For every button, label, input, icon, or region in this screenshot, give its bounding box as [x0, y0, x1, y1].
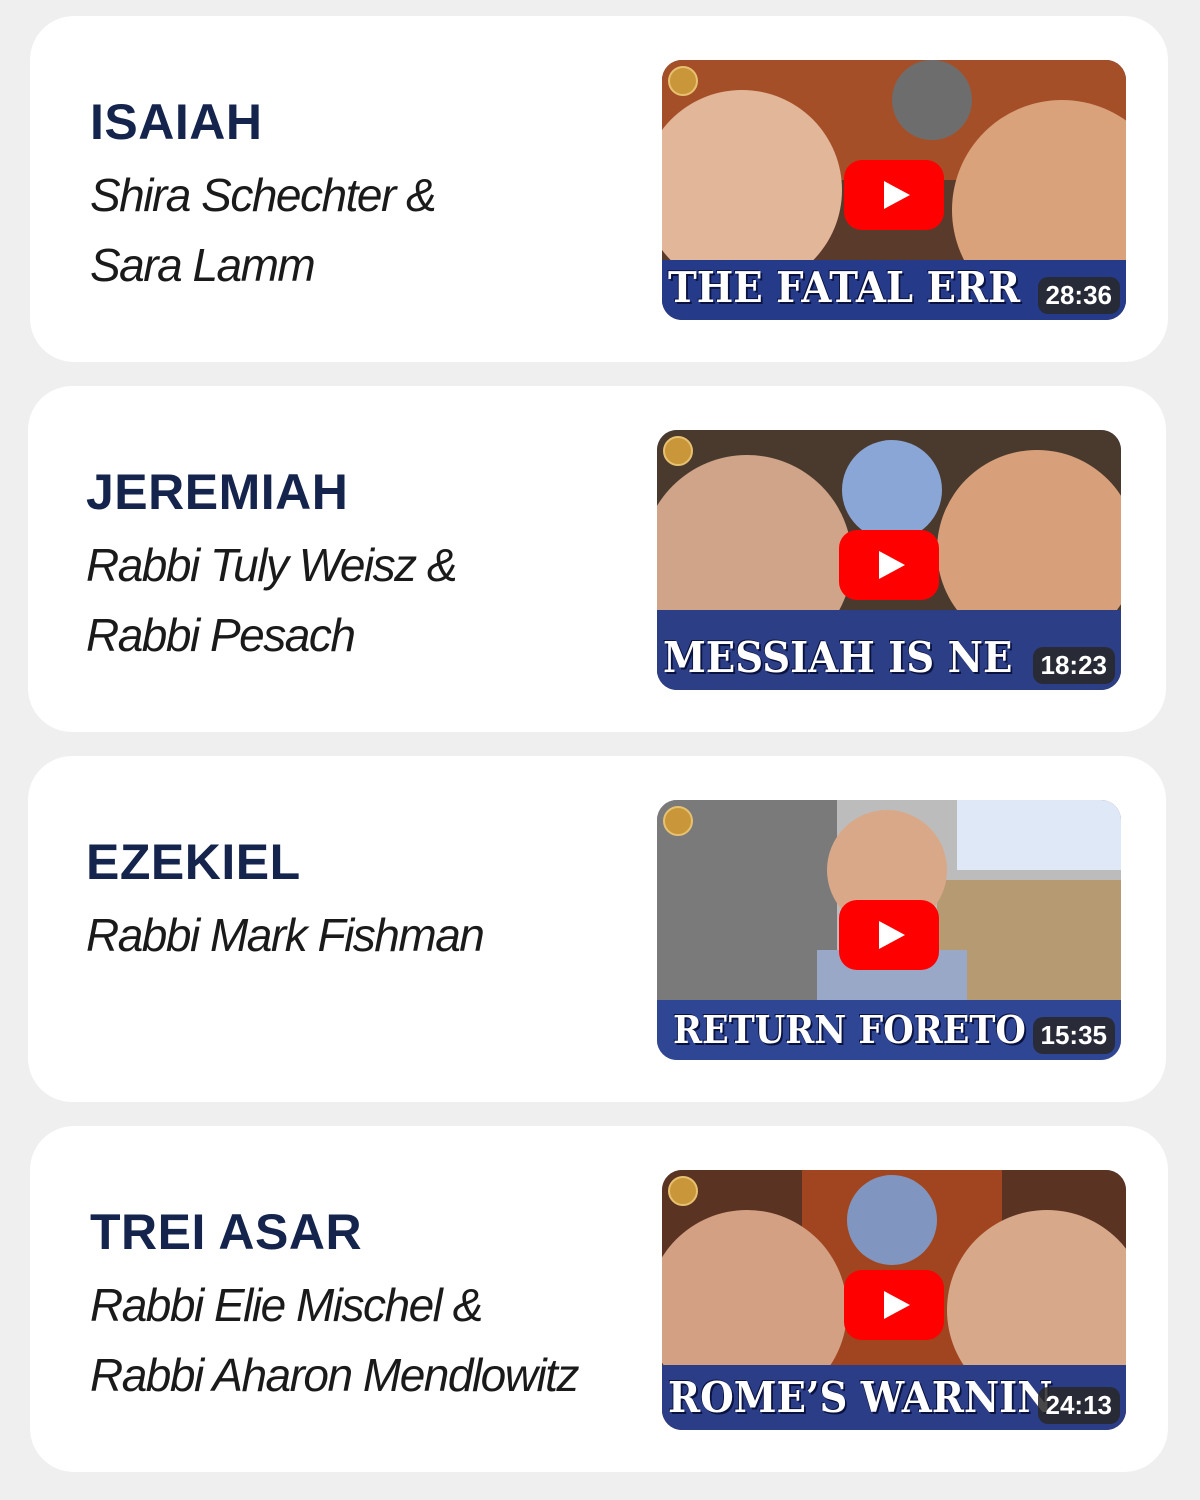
play-button[interactable]	[844, 1270, 944, 1340]
thumbnail-caption: ROME’S WARNIN	[668, 1373, 1053, 1422]
author-line: Sara Lamm	[90, 239, 316, 291]
book-info: JEREMIAH Rabbi Tuly Weisz & Rabbi Pesach	[86, 464, 646, 670]
author-line: Rabbi Elie Mischel &	[90, 1279, 483, 1331]
channel-logo	[663, 806, 693, 836]
video-duration: 28:36	[1037, 277, 1120, 314]
book-authors: Rabbi Elie Mischel & Rabbi Aharon Mendlo…	[90, 1270, 650, 1410]
video-thumbnail[interactable]: THE FATAL ERR 28:36	[662, 60, 1126, 320]
channel-logo	[668, 1176, 698, 1206]
video-duration: 24:13	[1037, 1387, 1120, 1424]
thumbnail-caption: MESSIAH IS NE	[663, 633, 1013, 682]
book-card-jeremiah: JEREMIAH Rabbi Tuly Weisz & Rabbi Pesach…	[28, 386, 1166, 732]
channel-logo	[663, 436, 693, 466]
channel-logo	[668, 66, 698, 96]
author-line: Rabbi Mark Fishman	[86, 909, 485, 961]
author-line: Rabbi Pesach	[86, 609, 356, 661]
video-thumbnail[interactable]: ROME’S WARNIN 24:13	[662, 1170, 1126, 1430]
book-title: TREI ASAR	[90, 1204, 363, 1260]
video-thumbnail[interactable]: RETURN FORETO 15:35	[657, 800, 1121, 1060]
author-line: Rabbi Tuly Weisz &	[86, 539, 458, 591]
video-thumbnail[interactable]: MESSIAH IS NE 18:23	[657, 430, 1121, 690]
book-card-trei-asar: TREI ASAR Rabbi Elie Mischel & Rabbi Aha…	[30, 1126, 1168, 1472]
book-title: EZEKIEL	[86, 834, 301, 890]
book-info: ISAIAH Shira Schechter & Sara Lamm	[90, 94, 650, 300]
play-button[interactable]	[839, 900, 939, 970]
video-duration: 18:23	[1032, 647, 1115, 684]
author-line: Rabbi Aharon Mendlowitz	[90, 1349, 579, 1401]
thumbnail-caption: THE FATAL ERR	[668, 263, 1021, 312]
book-authors: Shira Schechter & Sara Lamm	[90, 160, 650, 300]
book-info: TREI ASAR Rabbi Elie Mischel & Rabbi Aha…	[90, 1204, 650, 1410]
author-line: Shira Schechter &	[90, 169, 437, 221]
book-card-ezekiel: EZEKIEL Rabbi Mark Fishman RETURN FORETO…	[28, 756, 1166, 1102]
book-title: JEREMIAH	[86, 464, 349, 520]
play-button[interactable]	[839, 530, 939, 600]
book-authors: Rabbi Mark Fishman	[86, 900, 646, 970]
book-title: ISAIAH	[90, 94, 263, 150]
thumbnail-caption: RETURN FORETO	[673, 1007, 1026, 1052]
book-card-isaiah: ISAIAH Shira Schechter & Sara Lamm THE F…	[30, 16, 1168, 362]
book-authors: Rabbi Tuly Weisz & Rabbi Pesach	[86, 530, 646, 670]
play-button[interactable]	[844, 160, 944, 230]
video-duration: 15:35	[1032, 1017, 1115, 1054]
book-info: EZEKIEL Rabbi Mark Fishman	[86, 834, 646, 970]
